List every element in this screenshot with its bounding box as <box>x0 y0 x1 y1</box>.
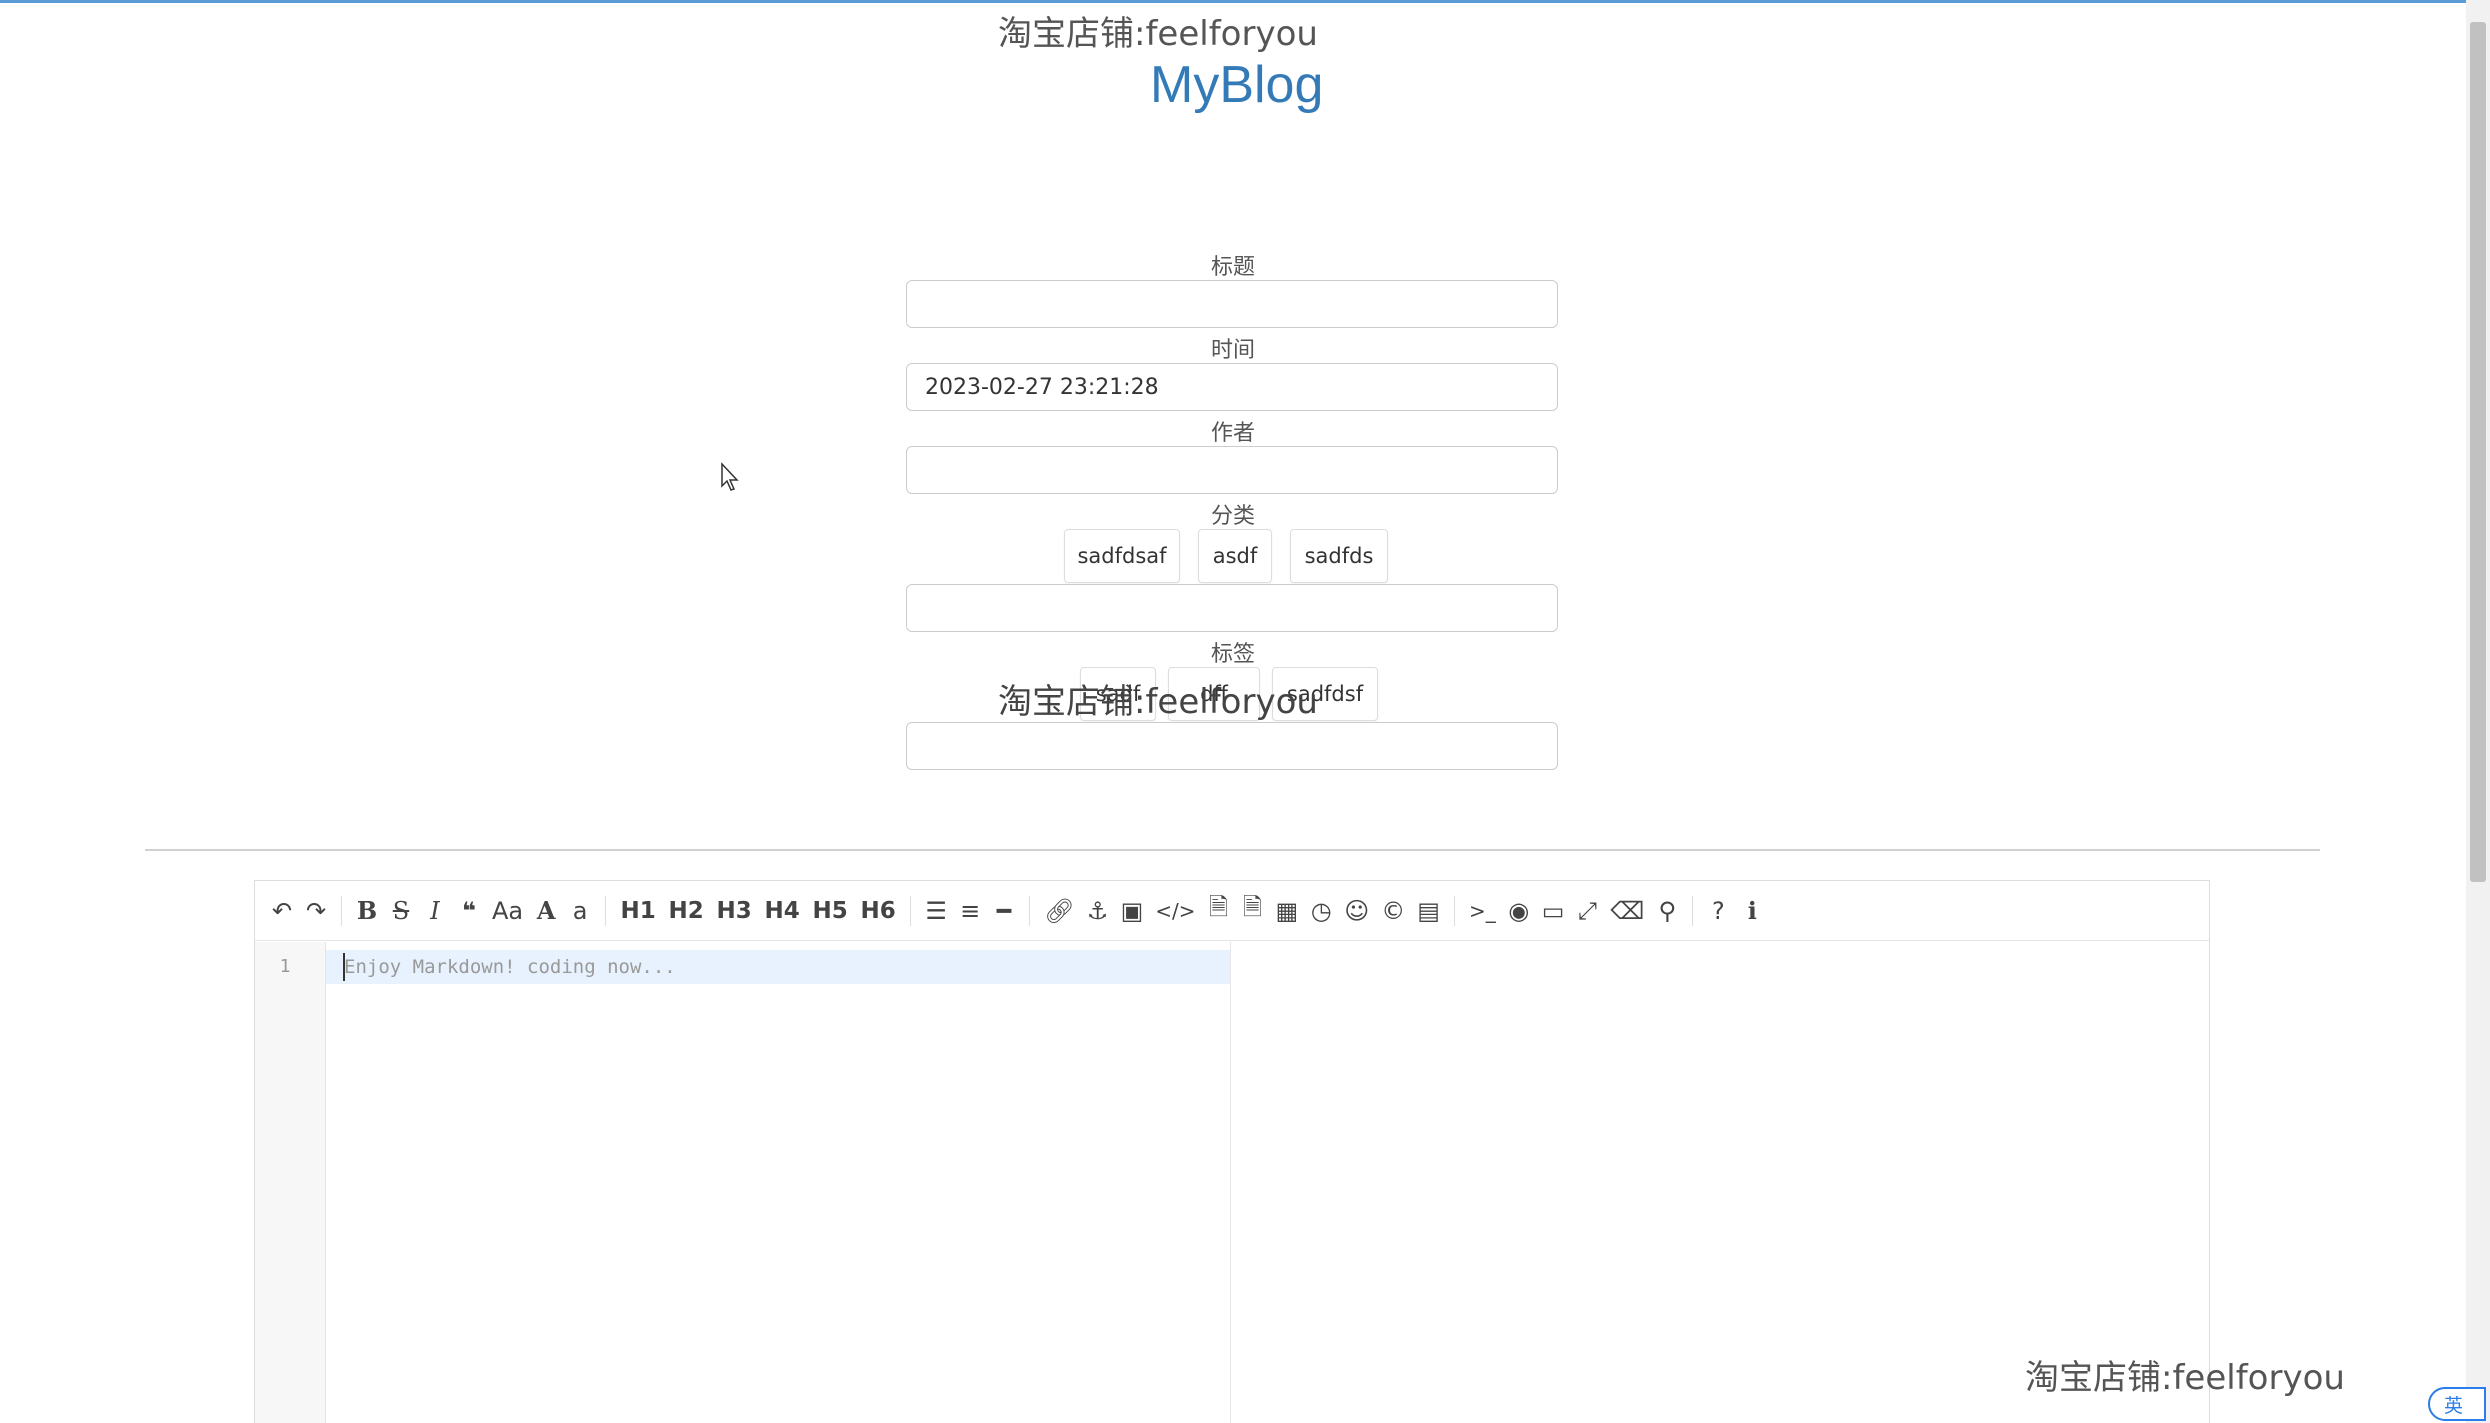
quote-icon[interactable]: ❝ <box>452 891 486 931</box>
pagebreak-icon[interactable]: ▤ <box>1411 891 1446 931</box>
font-size-icon[interactable]: A <box>529 891 563 931</box>
strikethrough-icon[interactable]: S <box>384 891 418 931</box>
code-icon[interactable]: </> <box>1149 891 1201 931</box>
ordered-list-icon[interactable]: ≡ <box>953 891 987 931</box>
h3-button[interactable]: H3 <box>710 891 758 931</box>
h1-button[interactable]: H1 <box>614 891 662 931</box>
category-label: 分类 <box>1210 504 1255 529</box>
title-input[interactable] <box>906 280 1558 328</box>
bold-icon[interactable]: B <box>350 891 384 931</box>
emoji-icon[interactable]: ☺ <box>1338 891 1375 931</box>
desktop-icon[interactable]: ▭ <box>1536 891 1571 931</box>
markdown-editor: ↶ ↷ B S I ❝ Aa A a H1 H2 H3 H4 H5 H6 ☰ ≡… <box>254 880 2210 1423</box>
code-file-icon[interactable]: 🗎 <box>1202 891 1236 931</box>
code-block-icon[interactable]: 🗎 <box>1236 891 1270 931</box>
toolbar-separator <box>1453 895 1455 926</box>
fullscreen-icon[interactable]: ⤢ <box>1570 891 1604 931</box>
unordered-list-icon[interactable]: ☰ <box>919 891 953 931</box>
horizontal-rule-icon[interactable]: ━ <box>987 891 1021 931</box>
scrollbar-thumb[interactable] <box>2470 22 2486 882</box>
line-gutter: 1 <box>255 942 326 1423</box>
search-icon[interactable]: ⚲ <box>1650 891 1684 931</box>
tag-input[interactable] <box>906 722 1558 770</box>
info-icon[interactable]: ℹ <box>1735 891 1769 931</box>
table-icon[interactable]: ▦ <box>1270 891 1305 931</box>
help-icon[interactable]: ? <box>1701 891 1735 931</box>
category-chip[interactable]: sadfdsaf <box>1064 529 1180 583</box>
watermark: 淘宝店铺:feelforyou <box>998 682 1318 722</box>
image-icon[interactable]: ▣ <box>1115 891 1150 931</box>
author-label: 作者 <box>1210 421 1255 446</box>
h5-button[interactable]: H5 <box>806 891 854 931</box>
clock-icon[interactable]: ◷ <box>1304 891 1338 931</box>
italic-icon[interactable]: I <box>418 891 452 931</box>
eraser-icon[interactable]: ⌫ <box>1604 891 1650 931</box>
category-chip[interactable]: asdf <box>1198 529 1272 583</box>
time-label: 时间 <box>1210 338 1255 363</box>
toolbar-separator <box>605 895 607 926</box>
editor-placeholder: Enjoy Markdown! coding now... <box>344 956 676 978</box>
ime-indicator[interactable]: 英 <box>2428 1387 2486 1421</box>
time-input[interactable]: 2023-02-27 23:21:28 <box>906 363 1558 411</box>
link-icon[interactable]: 🔗︎ <box>1038 891 1080 931</box>
tag-label: 标签 <box>1210 642 1255 667</box>
mouse-cursor-icon <box>721 462 739 491</box>
brand-title[interactable]: MyBlog <box>1150 55 1323 115</box>
toolbar-separator <box>341 895 342 926</box>
undo-icon[interactable]: ↶ <box>265 891 299 931</box>
title-label: 标题 <box>1210 255 1255 280</box>
top-border <box>0 0 2490 3</box>
line-number: 1 <box>279 956 291 977</box>
toolbar-separator <box>1692 895 1694 926</box>
uppercase-icon[interactable]: Aa <box>486 891 529 931</box>
terminal-icon[interactable]: >_ <box>1463 891 1502 931</box>
toolbar-separator <box>1029 895 1031 926</box>
lowercase-icon[interactable]: a <box>563 891 597 931</box>
anchor-icon[interactable]: ⚓︎ <box>1081 891 1115 931</box>
h2-button[interactable]: H2 <box>662 891 710 931</box>
category-input[interactable] <box>906 584 1558 632</box>
page-scrollbar[interactable] <box>2466 0 2490 1423</box>
h4-button[interactable]: H4 <box>758 891 806 931</box>
watermark: 淘宝店铺:feelforyou <box>2025 1358 2345 1398</box>
category-chip[interactable]: sadfds <box>1290 529 1388 583</box>
h6-button[interactable]: H6 <box>854 891 902 931</box>
divider <box>145 849 2320 851</box>
watermark: 淘宝店铺:feelforyou <box>998 14 1318 54</box>
redo-icon[interactable]: ↷ <box>299 891 333 931</box>
copyright-icon[interactable]: © <box>1375 891 1411 931</box>
hide-preview-icon[interactable]: ◉ <box>1502 891 1536 931</box>
author-input[interactable] <box>906 446 1558 494</box>
toolbar-separator <box>910 895 912 926</box>
editor-toolbar: ↶ ↷ B S I ❝ Aa A a H1 H2 H3 H4 H5 H6 ☰ ≡… <box>255 881 2209 941</box>
markdown-input[interactable]: Enjoy Markdown! coding now... <box>326 942 1231 1423</box>
